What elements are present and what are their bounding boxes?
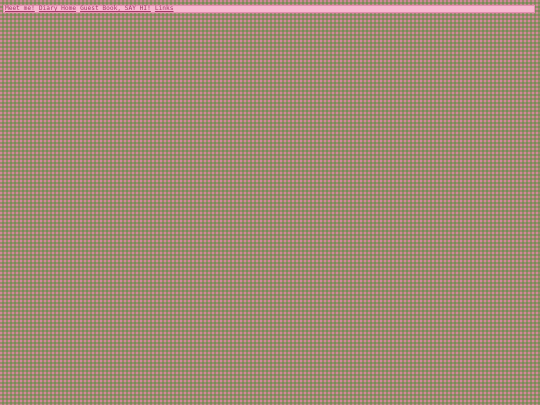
nav-link-diary-home[interactable]: Diary Home bbox=[39, 5, 76, 12]
top-navigation-bar: Meet me! Diary Home Guest Book, SAY HI! … bbox=[3, 5, 535, 13]
nav-link-guest-book[interactable]: Guest Book, SAY HI! bbox=[80, 5, 151, 12]
nav-link-meet-me[interactable]: Meet me! bbox=[5, 5, 35, 12]
nav-link-links[interactable]: Links bbox=[155, 5, 174, 12]
